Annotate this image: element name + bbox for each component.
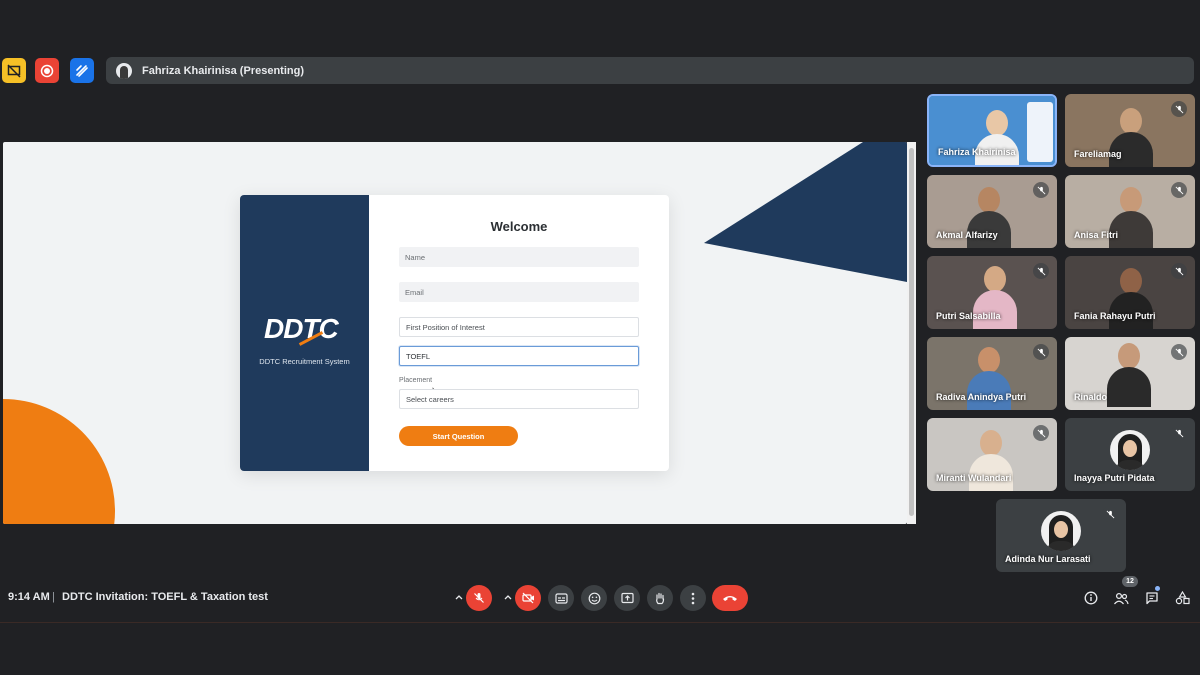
name-field[interactable]: Name	[399, 247, 639, 267]
presenting-label: Fahriza Khairinisa (Presenting)	[142, 64, 304, 77]
clock: 9:14 AM	[8, 591, 50, 603]
start-question-button[interactable]: Start Question	[399, 426, 518, 446]
meeting-controls: 9:14 AM | DDTC Invitation: TOEFL & Taxat…	[0, 583, 1200, 613]
emoji-icon[interactable]	[581, 585, 607, 611]
presentation-off-icon[interactable]	[2, 58, 26, 83]
participant-video	[967, 347, 1011, 410]
test-select[interactable]: TOEFL	[399, 346, 639, 366]
info-icon[interactable]	[1081, 588, 1101, 608]
participant-name: Radiva Anindya Putri	[936, 392, 1027, 402]
mic-off-icon	[1033, 344, 1049, 360]
participant-name: Putri Salsabilla	[936, 311, 1001, 321]
participant-tile[interactable]: Adinda Nur Larasati	[996, 499, 1126, 572]
participant-video	[1109, 187, 1153, 248]
chat-icon[interactable]	[1142, 588, 1162, 608]
participant-avatar	[1110, 430, 1150, 470]
participant-name: Fareliamag	[1074, 149, 1122, 159]
mic-off-icon	[1033, 425, 1049, 441]
separator: |	[52, 591, 55, 603]
participant-name: Fania Rahayu Putri	[1074, 311, 1156, 321]
bottom-divider	[0, 622, 1200, 623]
activities-icon[interactable]	[1172, 588, 1192, 608]
camera-off-icon[interactable]	[515, 585, 541, 611]
mic-off-icon	[1102, 506, 1118, 522]
participant-tile[interactable]: Akmal Alfarizy	[927, 175, 1057, 248]
mic-off-icon	[1171, 344, 1187, 360]
shared-screen: DDTC DDTC Recruitment System Welcome Nam…	[3, 142, 907, 524]
chevron-up-icon[interactable]	[502, 591, 514, 603]
top-toolbar: Fahriza Khairinisa (Presenting)	[0, 57, 1200, 85]
chevron-up-icon[interactable]	[453, 591, 465, 603]
whiteboard-icon[interactable]	[70, 58, 94, 83]
participant-video	[1107, 343, 1151, 407]
participant-video	[967, 187, 1011, 248]
participant-tile[interactable]: Fareliamag	[1065, 94, 1195, 167]
present-now-icon[interactable]	[614, 585, 640, 611]
people-count-badge: 12	[1122, 576, 1138, 587]
record-icon[interactable]	[35, 58, 59, 83]
brand-panel: DDTC DDTC Recruitment System	[240, 195, 369, 471]
more-vert-icon[interactable]	[680, 585, 706, 611]
mic-off-icon	[1171, 101, 1187, 117]
captions-icon[interactable]	[548, 585, 574, 611]
mic-off-icon	[1171, 425, 1187, 441]
participant-tile[interactable]: Fania Rahayu Putri	[1065, 256, 1195, 329]
system-name: DDTC Recruitment System	[259, 357, 350, 366]
ddtc-logo: DDTC	[264, 313, 339, 344]
hang-up-icon[interactable]	[712, 585, 748, 611]
placement-label: Placement	[399, 377, 433, 384]
meeting-title: DDTC Invitation: TOEFL & Taxation test	[62, 591, 268, 603]
participant-video	[1109, 268, 1153, 329]
participant-name: Akmal Alfarizy	[936, 230, 998, 240]
position-select[interactable]: First Position of Interest	[399, 317, 639, 337]
raise-hand-icon[interactable]	[647, 585, 673, 611]
participant-tile[interactable]: Miranti Wulandari	[927, 418, 1057, 491]
participant-avatar	[1041, 511, 1081, 551]
participant-video	[973, 266, 1017, 329]
participant-name: Adinda Nur Larasati	[1005, 554, 1091, 564]
participant-tile[interactable]: Anisa Fitri	[1065, 175, 1195, 248]
mic-off-icon	[1171, 263, 1187, 279]
chat-notification-dot	[1155, 586, 1160, 591]
login-card: DDTC DDTC Recruitment System Welcome Nam…	[240, 195, 669, 471]
participant-name: Inayya Putri Pidata	[1074, 473, 1155, 483]
participant-tile[interactable]: Putri Salsabilla	[927, 256, 1057, 329]
participant-name: Fahriza Khairinisa	[938, 147, 1016, 157]
screen-scrollbar[interactable]	[907, 142, 916, 524]
mic-off-icon	[1033, 263, 1049, 279]
participant-tile[interactable]: Radiva Anindya Putri	[927, 337, 1057, 410]
participant-name: Anisa Fitri	[1074, 230, 1119, 240]
presenter-avatar	[116, 62, 132, 79]
email-field[interactable]: Email	[399, 282, 639, 302]
participant-name: Rinaldo	[1074, 392, 1107, 402]
mic-off-icon	[1171, 182, 1187, 198]
presenting-bar[interactable]: Fahriza Khairinisa (Presenting)	[106, 57, 1194, 84]
placement-select[interactable]: Select careers	[399, 389, 639, 409]
mic-off-icon[interactable]	[466, 585, 492, 611]
people-icon[interactable]	[1111, 588, 1131, 608]
participant-tile[interactable]: Fahriza Khairinisa	[927, 94, 1057, 167]
participant-name: Miranti Wulandari	[936, 473, 1012, 483]
mic-off-icon	[1033, 182, 1049, 198]
participant-tile[interactable]: Inayya Putri Pidata	[1065, 418, 1195, 491]
participant-tile[interactable]: Rinaldo	[1065, 337, 1195, 410]
form-panel: Welcome Name Email First Position of Int…	[369, 195, 669, 471]
scrollbar-thumb[interactable]	[909, 148, 914, 516]
welcome-heading: Welcome	[490, 219, 548, 234]
participant-video	[969, 430, 1013, 491]
